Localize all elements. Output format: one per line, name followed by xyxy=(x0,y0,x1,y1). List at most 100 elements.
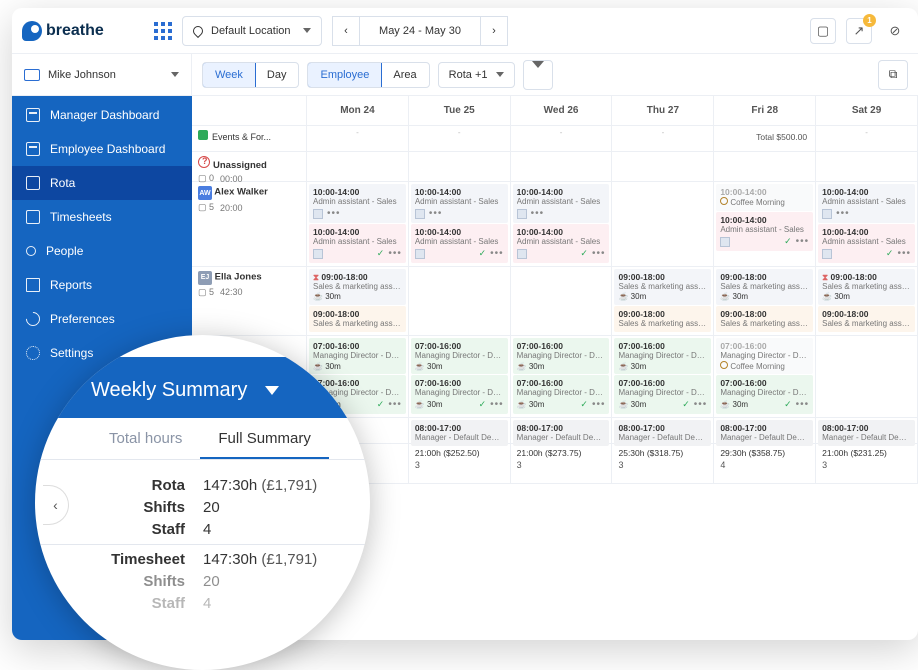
date-prev-button[interactable]: ‹ xyxy=(332,16,360,46)
shift-chip[interactable]: ⧗ 09:00-18:00Sales & marketing assistant… xyxy=(818,269,915,305)
shift-chip[interactable]: 09:00-18:00Sales & marketing assistant - xyxy=(309,306,406,332)
shift-chip[interactable]: 07:00-16:00Managing Director - Default D… xyxy=(614,338,711,374)
cell[interactable]: 08:00-17:00Manager - Default Department xyxy=(714,418,816,443)
shift-chip[interactable]: 08:00-17:00Manager - Default Department xyxy=(818,420,915,446)
row-unassigned[interactable]: Unassigned ▢ 000:00 xyxy=(192,152,307,181)
row-events[interactable]: Events & For... xyxy=(192,126,307,151)
shift-chip[interactable]: 07:00-16:00Managing Director - Default D… xyxy=(411,338,508,374)
cell[interactable]: 10:00-14:00Admin assistant - Sales••• 10… xyxy=(511,182,613,266)
row-employee[interactable]: AW Alex Walker ▢ 520:00 xyxy=(192,182,307,266)
cell[interactable]: 08:00-17:00Manager - Default Department xyxy=(511,418,613,443)
brand-logo[interactable]: breathe xyxy=(22,21,172,41)
shift-chip[interactable]: 07:00-16:00Managing Director - Default D… xyxy=(309,338,406,374)
more-icon[interactable]: ••• xyxy=(388,248,402,260)
cell[interactable]: Total $500.00 xyxy=(714,126,816,151)
cell[interactable]: - xyxy=(307,126,409,151)
cell[interactable] xyxy=(307,152,409,181)
cell[interactable] xyxy=(511,152,613,181)
user-selector[interactable]: Mike Johnson xyxy=(12,54,192,95)
rota-dropdown[interactable]: Rota +1 xyxy=(438,62,515,88)
cell[interactable]: 09:00-18:00Sales & marketing assistant -… xyxy=(612,267,714,335)
cell[interactable]: 08:00-17:00Manager - Default Department xyxy=(409,418,511,443)
event-icon xyxy=(198,130,208,140)
shift-chip[interactable]: 10:00-14:00Admin assistant - Sales••• xyxy=(309,184,406,223)
shift-chip[interactable]: 09:00-18:00Sales & marketing assistant - xyxy=(614,306,711,332)
nav-employee-dashboard[interactable]: Employee Dashboard xyxy=(12,132,192,166)
cell[interactable]: 07:00-16:00Managing Director - Default D… xyxy=(714,336,816,417)
view-day[interactable]: Day xyxy=(255,63,299,87)
shift-chip[interactable]: 09:00-18:00Sales & marketing assistant -… xyxy=(614,269,711,305)
nav-rota[interactable]: Rota xyxy=(12,166,192,200)
share-button[interactable]: ↗ 1 xyxy=(846,18,872,44)
shift-chip[interactable]: 07:00-16:00Managing Director - Default D… xyxy=(614,375,711,414)
nav-preferences[interactable]: Preferences xyxy=(12,302,192,336)
shift-chip[interactable]: 08:00-17:00Manager - Default Department xyxy=(513,420,610,446)
cell[interactable]: ⧗ 09:00-18:00Sales & marketing assistant… xyxy=(307,267,409,335)
nav-people[interactable]: People xyxy=(12,234,192,268)
shift-chip[interactable]: 07:00-16:00Managing Director - Default D… xyxy=(513,375,610,414)
tab-full-summary[interactable]: Full Summary xyxy=(200,418,329,459)
cell[interactable]: 07:00-16:00Managing Director - Default D… xyxy=(409,336,511,417)
cell[interactable]: ⧗ 09:00-18:00Sales & marketing assistant… xyxy=(816,267,918,335)
cell[interactable]: - xyxy=(511,126,613,151)
approve-button[interactable]: ⊘ xyxy=(882,18,908,44)
shift-chip[interactable]: 10:00-14:00Admin assistant - Sales••• xyxy=(513,184,610,223)
cell[interactable]: - xyxy=(612,126,714,151)
cell[interactable]: 09:00-18:00Sales & marketing assistant -… xyxy=(714,267,816,335)
cell[interactable]: 08:00-17:00Manager - Default Department xyxy=(816,418,918,443)
cell[interactable]: - xyxy=(816,126,918,151)
shift-chip[interactable]: 09:00-18:00Sales & marketing assistant -… xyxy=(716,269,813,305)
shift-chip[interactable]: 08:00-17:00Manager - Default Department xyxy=(411,420,508,446)
cell[interactable]: 10:00-14:00Admin assistant - Sales••• 10… xyxy=(307,182,409,266)
more-icon[interactable]: ••• xyxy=(327,208,341,220)
shift-chip[interactable]: 10:00-14:00Admin assistant - Sales✓••• xyxy=(513,224,610,263)
cell[interactable]: 07:00-16:00Managing Director - Default D… xyxy=(612,336,714,417)
shift-chip[interactable]: 10:00-14:00Coffee Morning xyxy=(716,184,813,211)
shift-chip[interactable]: 08:00-17:00Manager - Default Department xyxy=(614,420,711,446)
date-range-label[interactable]: May 24 - May 30 xyxy=(360,16,480,46)
shift-chip[interactable]: 10:00-14:00Admin assistant - Sales✓••• xyxy=(309,224,406,263)
shift-chip[interactable]: 07:00-16:00Managing Director - Default D… xyxy=(716,338,813,374)
cell[interactable]: 10:00-14:00Coffee Morning 10:00-14:00Adm… xyxy=(714,182,816,266)
cell[interactable] xyxy=(409,152,511,181)
note-button[interactable]: ▢ xyxy=(810,18,836,44)
group-area[interactable]: Area xyxy=(381,63,428,87)
date-next-button[interactable]: › xyxy=(480,16,508,46)
filter-button[interactable] xyxy=(523,60,553,90)
nav-manager-dashboard[interactable]: Manager Dashboard xyxy=(12,98,192,132)
cell[interactable]: - xyxy=(409,126,511,151)
cell[interactable] xyxy=(612,152,714,181)
apps-grid-icon[interactable] xyxy=(154,22,172,40)
group-employee[interactable]: Employee xyxy=(307,62,382,88)
cell[interactable] xyxy=(511,267,613,335)
cell[interactable] xyxy=(816,152,918,181)
cell[interactable] xyxy=(816,336,918,417)
shift-chip[interactable]: 07:00-16:00Managing Director - Default D… xyxy=(513,338,610,374)
shift-chip[interactable]: 10:00-14:00Admin assistant - Sales••• xyxy=(411,184,508,223)
location-picker[interactable]: Default Location xyxy=(182,16,322,46)
copy-button[interactable]: ⧉ xyxy=(878,60,908,90)
row-employee[interactable]: EJ Ella Jones ▢ 542:30 xyxy=(192,267,307,335)
tab-total-hours[interactable]: Total hours xyxy=(91,418,200,459)
shift-chip[interactable]: ⧗ 09:00-18:00Sales & marketing assistant… xyxy=(309,269,406,305)
shift-chip[interactable]: 10:00-14:00Admin assistant - Sales✓••• xyxy=(716,212,813,251)
view-week[interactable]: Week xyxy=(202,62,256,88)
cell[interactable] xyxy=(409,267,511,335)
shift-chip[interactable]: 10:00-14:00Admin assistant - Sales✓••• xyxy=(818,224,915,263)
nav-reports[interactable]: Reports xyxy=(12,268,192,302)
cell[interactable] xyxy=(612,182,714,266)
shift-chip[interactable]: 09:00-18:00Sales & marketing assistant - xyxy=(716,306,813,332)
shift-chip[interactable]: 07:00-16:00Managing Director - Default D… xyxy=(411,375,508,414)
cell[interactable]: 08:00-17:00Manager - Default Department xyxy=(612,418,714,443)
shift-chip[interactable]: 10:00-14:00Admin assistant - Sales✓••• xyxy=(411,224,508,263)
nav-timesheets[interactable]: Timesheets xyxy=(12,200,192,234)
date-range-picker[interactable]: ‹ May 24 - May 30 › xyxy=(332,16,508,46)
shift-chip[interactable]: 07:00-16:00Managing Director - Default D… xyxy=(716,375,813,414)
shift-chip[interactable]: 08:00-17:00Manager - Default Department xyxy=(716,420,813,446)
cell[interactable]: 10:00-14:00Admin assistant - Sales••• 10… xyxy=(409,182,511,266)
cell[interactable]: 10:00-14:00Admin assistant - Sales••• 10… xyxy=(816,182,918,266)
shift-chip[interactable]: 10:00-14:00Admin assistant - Sales••• xyxy=(818,184,915,223)
shift-chip[interactable]: 09:00-18:00Sales & marketing assistant - xyxy=(818,306,915,332)
cell[interactable]: 07:00-16:00Managing Director - Default D… xyxy=(511,336,613,417)
cell[interactable] xyxy=(714,152,816,181)
